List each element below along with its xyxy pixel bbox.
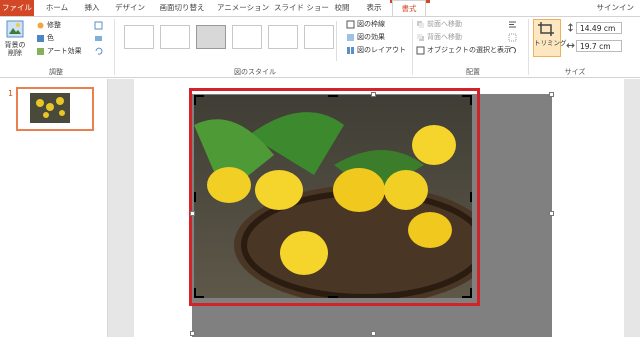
slide-thumbnail[interactable] bbox=[16, 87, 94, 131]
group-separator bbox=[114, 19, 115, 75]
resize-handle-left[interactable] bbox=[190, 211, 195, 216]
crop-handle-right[interactable] bbox=[470, 192, 472, 202]
color-button[interactable]: 色 bbox=[47, 33, 54, 43]
resize-handle-bottom[interactable] bbox=[371, 331, 376, 336]
powerpoint-window: ファイル ホーム 挿入 デザイン 画面切り替え アニメーション スライド ショー… bbox=[0, 0, 640, 337]
picture-style-4[interactable] bbox=[232, 25, 262, 49]
tab-home[interactable]: ホーム bbox=[42, 0, 72, 16]
picture-style-1[interactable] bbox=[124, 25, 154, 49]
adjust-group-label: 調整 bbox=[49, 68, 63, 76]
send-backward-button[interactable]: 背面へ移動 bbox=[427, 32, 462, 42]
crop-label: トリミング bbox=[534, 39, 567, 47]
group-separator bbox=[528, 19, 529, 75]
tab-slideshow[interactable]: スライド ショー bbox=[274, 0, 329, 16]
picture-layout-icon bbox=[347, 47, 354, 54]
compress-pictures-icon[interactable] bbox=[94, 21, 103, 30]
ribbon: 背景の 削除 修整 色 アート効果 調整 図の枠線 図の効果 図のレイアウト 図… bbox=[0, 16, 640, 78]
picture-styles-gallery bbox=[118, 21, 336, 61]
shape-height-input[interactable]: 14.49 cm bbox=[576, 22, 622, 34]
remove-background-button[interactable]: 背景の 削除 bbox=[2, 19, 28, 57]
color-icon bbox=[37, 35, 44, 42]
resize-handle-top-right[interactable] bbox=[549, 92, 554, 97]
crop-handle-bottom-right-v[interactable] bbox=[470, 288, 472, 298]
picture-style-6[interactable] bbox=[304, 25, 334, 49]
bring-forward-icon bbox=[417, 21, 424, 28]
change-picture-icon[interactable] bbox=[94, 34, 103, 43]
corrections-icon bbox=[37, 22, 44, 29]
shape-width-input[interactable]: 19.7 cm bbox=[576, 40, 622, 52]
crop-icon bbox=[538, 22, 554, 36]
picture-effects-button[interactable]: 図の効果 bbox=[357, 32, 385, 42]
arrange-group-label: 配置 bbox=[466, 68, 480, 76]
size-group-label: サイズ bbox=[564, 68, 586, 76]
picture-style-2[interactable] bbox=[160, 25, 190, 49]
artistic-effects-button[interactable]: アート効果 bbox=[47, 46, 82, 56]
resize-handle-bottom-left[interactable] bbox=[190, 331, 195, 336]
crop-handle-top[interactable] bbox=[328, 95, 338, 97]
artistic-effects-icon bbox=[37, 48, 44, 55]
picture-style-5[interactable] bbox=[268, 25, 298, 49]
picture-styles-group-label: 図のスタイル bbox=[234, 68, 276, 76]
corrections-button[interactable]: 修整 bbox=[47, 20, 61, 30]
rotate-icon[interactable] bbox=[508, 46, 517, 55]
crop-handle-left[interactable] bbox=[194, 192, 196, 202]
reset-picture-icon[interactable] bbox=[94, 47, 103, 56]
resize-handle-top[interactable] bbox=[371, 92, 376, 97]
crop-highlight-frame bbox=[189, 88, 480, 306]
tab-format[interactable]: 書式 bbox=[392, 0, 426, 17]
gallery-scroll-buttons[interactable] bbox=[336, 21, 344, 61]
crop-handle-top-left-v[interactable] bbox=[194, 95, 196, 105]
selection-pane-button[interactable]: オブジェクトの選択と表示 bbox=[427, 45, 511, 55]
send-backward-icon bbox=[417, 34, 424, 41]
bring-forward-button[interactable]: 前面へ移動 bbox=[427, 19, 462, 29]
slide-number: 1 bbox=[8, 89, 14, 98]
slide-thumbnail-image bbox=[30, 93, 70, 123]
tab-file[interactable]: ファイル bbox=[0, 0, 34, 16]
remove-background-label-2: 削除 bbox=[8, 49, 22, 57]
picture-border-button[interactable]: 図の枠線 bbox=[357, 19, 385, 29]
width-icon bbox=[566, 43, 575, 48]
picture-border-icon bbox=[346, 20, 355, 29]
resize-handle-right[interactable] bbox=[549, 211, 554, 216]
ribbon-tabs: ファイル ホーム 挿入 デザイン 画面切り替え アニメーション スライド ショー… bbox=[0, 0, 640, 17]
tab-transitions[interactable]: 画面切り替え bbox=[154, 0, 210, 16]
signin-link[interactable]: サインイン bbox=[597, 0, 635, 16]
tab-view[interactable]: 表示 bbox=[362, 0, 386, 16]
slide-thumbnail-pane: 1 bbox=[0, 79, 108, 337]
remove-background-icon bbox=[6, 20, 24, 38]
group-separator bbox=[412, 19, 413, 75]
align-icon[interactable] bbox=[508, 20, 517, 29]
group-objects-icon[interactable] bbox=[508, 33, 517, 42]
crop-handle-bottom[interactable] bbox=[328, 296, 338, 298]
height-icon bbox=[568, 23, 573, 32]
picture-effects-icon bbox=[347, 34, 354, 41]
crop-handle-top-right-v[interactable] bbox=[470, 95, 472, 105]
tab-animations[interactable]: アニメーション bbox=[216, 0, 270, 16]
crop-button[interactable]: トリミング bbox=[533, 19, 567, 57]
tab-review[interactable]: 校閲 bbox=[330, 0, 354, 16]
picture-layout-button[interactable]: 図のレイアウト bbox=[357, 45, 406, 55]
tab-design[interactable]: デザイン bbox=[112, 0, 148, 16]
remove-background-label-1: 背景の bbox=[4, 41, 26, 49]
tab-insert[interactable]: 挿入 bbox=[78, 0, 106, 16]
crop-handle-bottom-left-v[interactable] bbox=[194, 288, 196, 298]
selection-pane-icon bbox=[416, 46, 425, 55]
picture-style-3[interactable] bbox=[196, 25, 226, 49]
